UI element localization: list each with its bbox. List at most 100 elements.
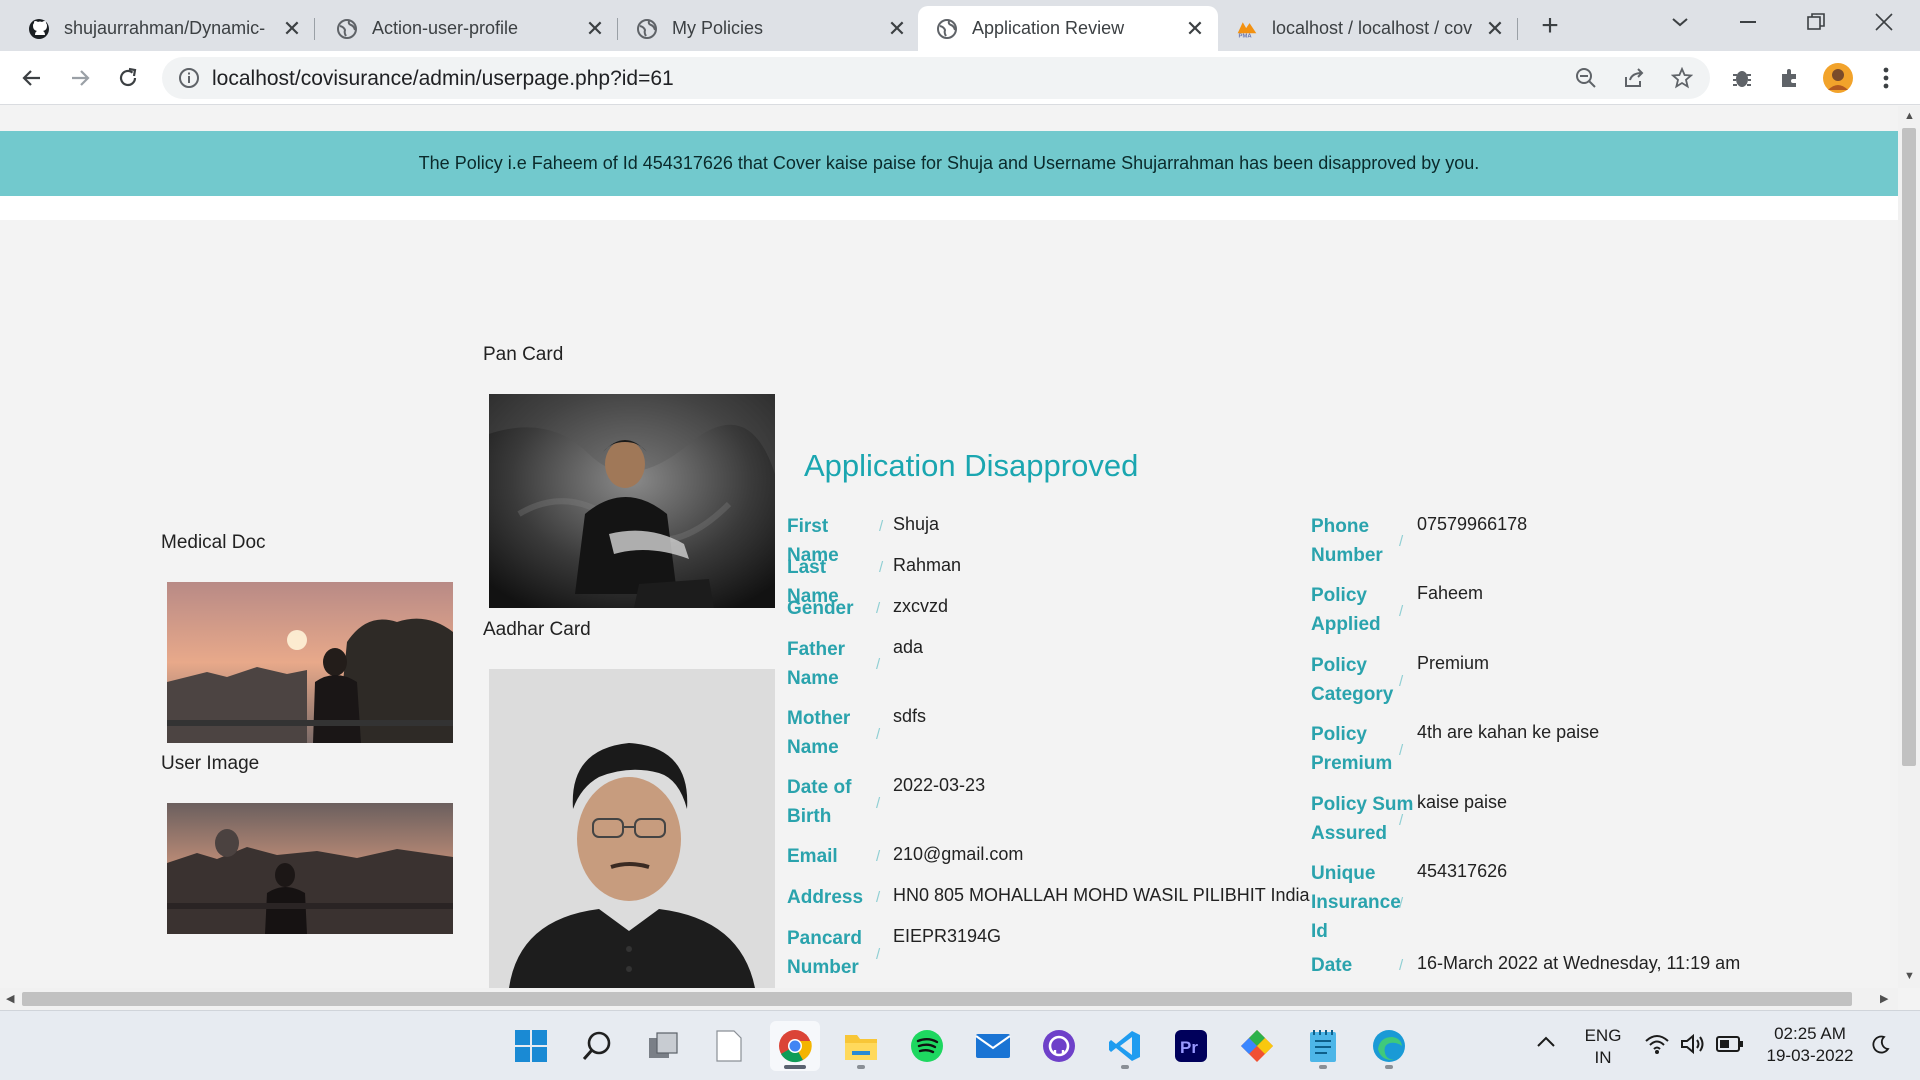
avatar[interactable]: [1820, 62, 1856, 94]
pancard-number-label: Pancard Number: [787, 928, 862, 978]
tab-phpmyadmin[interactable]: PMA localhost / localhost / cov ✕: [1218, 6, 1518, 51]
separator: /: [879, 559, 884, 576]
clock[interactable]: 02:25 AM 19-03-2022: [1758, 1023, 1862, 1067]
menu-kebab-icon[interactable]: [1868, 62, 1904, 94]
tab-my-policies[interactable]: My Policies ✕: [618, 6, 920, 51]
scroll-right-arrow-icon[interactable]: ▶: [1880, 992, 1888, 1005]
globe-icon: [336, 18, 358, 40]
pancard-number-value: EIEPR3194G: [893, 926, 1002, 946]
father-name-value: ada: [893, 637, 924, 657]
user-image[interactable]: [167, 803, 453, 934]
info-icon[interactable]: [178, 67, 200, 94]
aadhar-card-image[interactable]: [489, 669, 775, 988]
date-label: Date: [1311, 955, 1353, 976]
separator: /: [876, 848, 881, 865]
reload-icon[interactable]: [110, 60, 146, 96]
close-icon[interactable]: ✕: [886, 16, 908, 41]
close-icon[interactable]: ✕: [1184, 16, 1206, 41]
chrome-icon[interactable]: [770, 1021, 820, 1071]
edge-icon[interactable]: [1364, 1021, 1414, 1071]
browser-toolbar: localhost/covisurance/admin/userpage.php…: [0, 51, 1920, 105]
separator: /: [876, 600, 881, 617]
share-icon[interactable]: [1616, 66, 1652, 90]
extensions-puzzle-icon[interactable]: [1772, 62, 1808, 94]
scroll-up-arrow-icon[interactable]: ▲: [1904, 110, 1915, 122]
address-value: HN0 805 MOHALLAH MOHD WASIL PILIBHIT Ind…: [893, 885, 1310, 905]
bookmark-star-icon[interactable]: [1664, 66, 1700, 90]
policy-applied-label: Policy Applied: [1311, 585, 1381, 635]
tab-action-user-profile[interactable]: Action-user-profile ✕: [318, 6, 618, 51]
gender-value: zxcvzd: [893, 596, 949, 616]
user-image-label: User Image: [161, 753, 260, 774]
git-icon[interactable]: [1232, 1021, 1282, 1071]
alert-message: The Policy i.e Faheem of Id 454317626 th…: [418, 153, 1480, 173]
phone-number-value: 07579966178: [1417, 514, 1528, 534]
vertical-scroll-thumb[interactable]: [1902, 128, 1916, 766]
github-desktop-icon[interactable]: [1034, 1021, 1084, 1071]
bug-extension-icon[interactable]: [1724, 62, 1760, 94]
search-icon[interactable]: [572, 1021, 622, 1071]
separator: /: [1399, 603, 1404, 620]
separator: /: [879, 518, 884, 535]
back-icon[interactable]: [14, 60, 50, 96]
close-icon[interactable]: ✕: [281, 16, 303, 41]
tab-github[interactable]: shujaurrahman/Dynamic- ✕: [10, 6, 315, 51]
separator: /: [876, 726, 881, 743]
new-tab-button[interactable]: +: [1530, 8, 1570, 44]
volume-icon[interactable]: [1680, 1033, 1706, 1060]
separator: /: [876, 795, 881, 812]
show-hidden-icons-chevron-icon[interactable]: [1536, 1035, 1556, 1054]
battery-icon[interactable]: [1716, 1035, 1744, 1058]
zoom-icon[interactable]: [1568, 66, 1604, 90]
father-name-label: Father Name: [787, 639, 846, 689]
horizontal-scroll-thumb[interactable]: [22, 992, 1852, 1006]
github-icon: [28, 18, 50, 40]
date-value: 16-March 2022 at Wednesday, 11:19 am: [1417, 953, 1741, 973]
policy-applied-value: Faheem: [1417, 583, 1484, 603]
horizontal-scrollbar[interactable]: ◀ ▶: [0, 988, 1898, 1010]
pan-card-image[interactable]: [489, 394, 775, 608]
close-icon[interactable]: ✕: [1484, 16, 1506, 41]
windows-start-icon[interactable]: [506, 1021, 556, 1071]
restore-icon[interactable]: [1788, 4, 1844, 40]
mail-icon[interactable]: [968, 1021, 1018, 1071]
vertical-scrollbar[interactable]: ▲ ▼: [1898, 106, 1920, 988]
pan-card-label: Pan Card: [483, 344, 564, 365]
separator: /: [1399, 673, 1404, 690]
tab-application-review[interactable]: Application Review ✕: [918, 6, 1218, 51]
language-indicator[interactable]: ENG IN: [1580, 1025, 1626, 1069]
forward-icon[interactable]: [62, 60, 98, 96]
svg-text:Pr: Pr: [1180, 1038, 1198, 1057]
separator: /: [1399, 895, 1404, 912]
close-icon[interactable]: ✕: [584, 16, 606, 41]
url-text[interactable]: localhost/covisurance/admin/userpage.php…: [212, 67, 674, 91]
email-value: 210@gmail.com: [893, 844, 1024, 864]
wifi-icon[interactable]: [1644, 1033, 1670, 1060]
address-bar[interactable]: localhost/covisurance/admin/userpage.php…: [162, 57, 1710, 99]
tab-search-chevron-icon[interactable]: [1652, 4, 1708, 40]
vscode-icon[interactable]: [1100, 1021, 1150, 1071]
scroll-left-arrow-icon[interactable]: ◀: [6, 992, 14, 1005]
file-explorer-icon[interactable]: [836, 1021, 886, 1071]
date-of-birth-label: Date of Birth: [787, 777, 852, 827]
medical-doc-image[interactable]: [167, 582, 453, 743]
notepad-file-icon[interactable]: [704, 1021, 754, 1071]
spotify-icon[interactable]: [902, 1021, 952, 1071]
close-window-icon[interactable]: [1856, 4, 1912, 40]
tab-strip: shujaurrahman/Dynamic- ✕ Action-user-pro…: [0, 0, 1920, 51]
separator: /: [1399, 533, 1404, 550]
minimize-icon[interactable]: [1720, 4, 1776, 40]
do-not-disturb-moon-icon[interactable]: [1870, 1035, 1890, 1060]
unique-insurance-id-label: Unique Insurance Id: [1311, 863, 1401, 942]
tab-title: My Policies: [672, 18, 764, 38]
task-view-icon[interactable]: [638, 1021, 688, 1071]
premiere-pro-icon[interactable]: Pr: [1166, 1021, 1216, 1071]
policy-premium-label: Policy Premium: [1311, 724, 1393, 774]
mother-name-label: Mother Name: [787, 708, 851, 758]
notepad-icon[interactable]: [1298, 1021, 1348, 1071]
globe-icon: [636, 18, 658, 40]
scroll-down-arrow-icon[interactable]: ▼: [1904, 970, 1915, 982]
phpmyadmin-icon: PMA: [1236, 18, 1258, 40]
clock-date: 19-03-2022: [1766, 1046, 1854, 1065]
last-name-value: Rahman: [893, 555, 962, 575]
